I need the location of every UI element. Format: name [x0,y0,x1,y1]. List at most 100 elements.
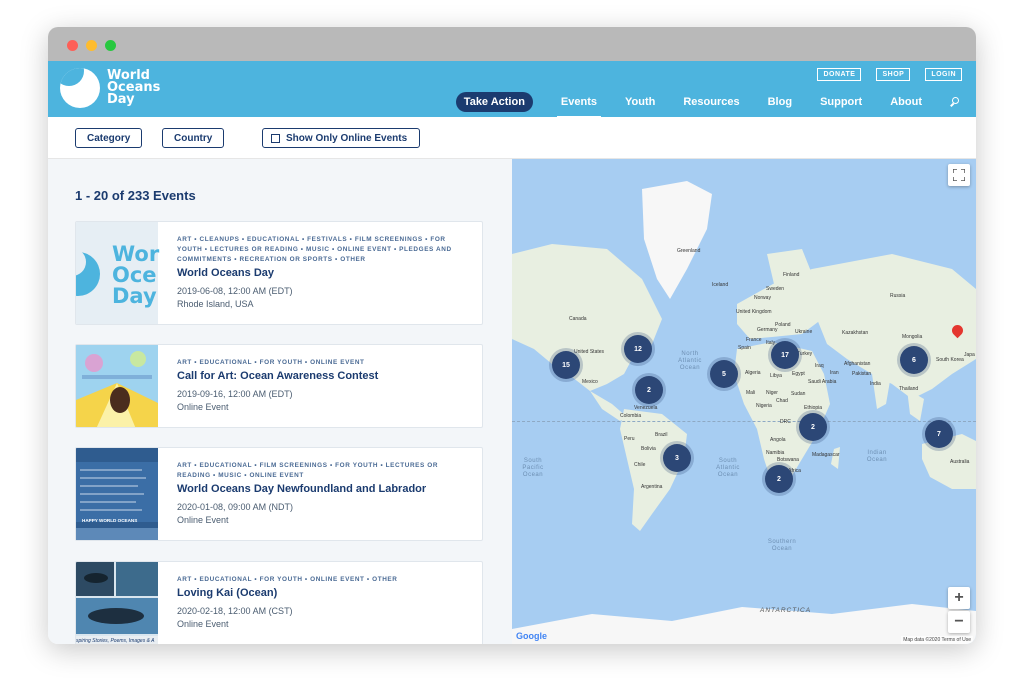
event-tags: ART • CLEANUPS • EDUCATIONAL • FESTIVALS… [177,236,452,263]
map-label-algeria: Algeria [745,370,761,376]
map-cluster-south-america[interactable]: 3 [663,444,691,472]
event-thumbnail [76,345,158,427]
maximize-window-button[interactable] [105,40,116,51]
map-label-poland: Poland [775,322,791,328]
shop-link[interactable]: SHOP [876,68,911,81]
map-cluster-oceania[interactable]: 7 [925,420,953,448]
event-location: Online Event [177,402,229,412]
nav-about[interactable]: About [890,96,922,108]
site-header: World Oceans Day DONATE SHOP LOGIN Take … [48,61,976,118]
equator-line [512,421,976,422]
map-label-sweden: Sweden [766,286,785,292]
event-card-4[interactable]: spiring Stories, Poems, Images & A ART •… [75,561,483,644]
country-filter-button[interactable]: Country [162,128,225,148]
nav-blog[interactable]: Blog [768,96,792,108]
event-card-body: ART • EDUCATIONAL • FOR YOUTH • ONLINE E… [177,358,472,412]
nav-resources[interactable]: Resources [683,96,739,108]
logo-wordmark: World Oceans Day [107,69,160,107]
event-date: 2019-06-08, 12:00 AM (EDT) [177,286,293,296]
main-nav: Take Action Events Youth Resources Blog … [455,92,962,118]
online-only-toggle[interactable]: Show Only Online Events [262,128,421,148]
google-logo: Google [516,631,547,641]
map-cluster-west-africa[interactable]: 5 [710,360,738,388]
event-location: Online Event [177,619,229,629]
event-title[interactable]: Call for Art: Ocean Awareness Contest [177,370,472,382]
map-label-uk: United Kingdom [736,309,772,315]
map-label-kazakhstan: Kazakhstan [842,330,869,336]
map-label-norway: Norway [754,295,771,301]
map-cluster-europe[interactable]: 17 [771,341,799,369]
map-cluster-east-africa[interactable]: 2 [799,413,827,441]
event-thumbnail: HAPPY WORLD OCEANS [76,448,158,540]
online-only-checkbox[interactable] [271,133,280,143]
loving-kai-thumb-image [76,562,158,644]
thumb-caption: HAPPY WORLD OCEANS [82,518,138,523]
site-logo[interactable]: World Oceans Day [60,68,160,108]
zoom-in-button[interactable]: + [948,587,970,609]
map-label-bolivia: Bolivia [641,446,656,452]
ocean-label-south-atlantic: South Atlantic Ocean [716,458,740,478]
donate-link[interactable]: DONATE [817,68,862,81]
map-label-chile: Chile [634,462,646,468]
event-title[interactable]: Loving Kai (Ocean) [177,587,472,599]
take-action-button[interactable]: Take Action [455,92,533,112]
map-label-chad: Chad [776,398,788,404]
map-label-madagascar: Madagascar [812,452,840,458]
map-label-afghanistan: Afghanistan [844,361,871,367]
map-label-niger: Niger [766,390,778,396]
browser-window: World Oceans Day DONATE SHOP LOGIN Take … [48,27,976,644]
map-label-finland: Finland [783,272,800,278]
event-tags: ART • EDUCATIONAL • FOR YOUTH • ONLINE E… [177,359,365,366]
map-label-nigeria: Nigeria [756,403,772,409]
close-window-button[interactable] [67,40,78,51]
thumb-wordmark: Wor Oce Day [112,244,159,307]
map-cluster-southern-africa[interactable]: 2 [765,465,793,493]
nav-support[interactable]: Support [820,96,862,108]
event-card-1[interactable]: Wor Oce Day ART • CLEANUPS • EDUCATIONAL… [75,221,483,325]
map-label-iceland: Iceland [712,282,729,288]
map-attribution[interactable]: Map data ©2020 Terms of Use [901,636,973,644]
event-title[interactable]: World Oceans Day [177,267,472,279]
map-label-brazil: Brazil [655,432,668,438]
event-title[interactable]: World Oceans Day Newfoundland and Labrad… [177,483,472,495]
map-cluster-north-america-west[interactable]: 15 [552,351,580,379]
thumb-line-1: Wor [112,242,160,266]
event-date: 2020-01-08, 09:00 AM (NDT) [177,502,294,512]
minimize-window-button[interactable] [86,40,97,51]
map-label-namibia: Namibia [766,450,785,456]
ocean-art-thumb-image [76,345,158,427]
search-icon[interactable] [950,96,962,108]
map-label-argentina: Argentina [641,484,663,490]
map-label-iraq: Iraq [815,363,824,369]
nav-events[interactable]: Events [556,96,602,118]
fullscreen-button[interactable] [948,164,970,186]
map-label-peru: Peru [624,436,635,442]
map-label-angola: Angola [770,437,786,443]
map-label-venezuela: Venezuela [634,405,658,411]
world-map-land [512,181,976,644]
ocean-label-north-atlantic: North Atlantic Ocean [678,351,702,371]
map-label-egypt: Egypt [792,371,805,377]
login-link[interactable]: LOGIN [925,68,962,81]
map-label-iran: Iran [830,370,839,376]
category-filter-button[interactable]: Category [75,128,143,148]
newfoundland-poster-thumb-image [76,448,158,540]
map-cluster-caribbean[interactable]: 2 [635,376,663,404]
events-map[interactable]: Greenland Iceland Sweden Finland Norway … [512,159,976,644]
map-cluster-north-america-east[interactable]: 12 [624,335,652,363]
event-thumbnail: Wor Oce Day [76,222,159,324]
map-cluster-asia[interactable]: 6 [900,346,928,374]
event-card-body: ART • EDUCATIONAL • FILM SCREENINGS • FO… [177,461,472,525]
event-card-2[interactable]: ART • EDUCATIONAL • FOR YOUTH • ONLINE E… [75,344,483,428]
event-date: 2019-09-16, 12:00 AM (EDT) [177,389,293,399]
nav-youth[interactable]: Youth [625,96,655,108]
event-card-3[interactable]: HAPPY WORLD OCEANS ART • EDUCATIONAL • F… [75,447,483,541]
map-label-mali: Mali [746,390,756,396]
event-list-pane[interactable]: 1 - 20 of 233 Events Wor Oce Day ART • C… [48,159,512,644]
event-card-body: ART • CLEANUPS • EDUCATIONAL • FESTIVALS… [177,235,472,309]
zoom-out-button[interactable]: − [948,611,970,633]
logo-line-3: Day [107,92,135,107]
map-label-spain: Spain [738,345,751,351]
map-label-south-korea: South Korea [936,357,964,363]
map-label-sudan: Sudan [791,391,806,397]
